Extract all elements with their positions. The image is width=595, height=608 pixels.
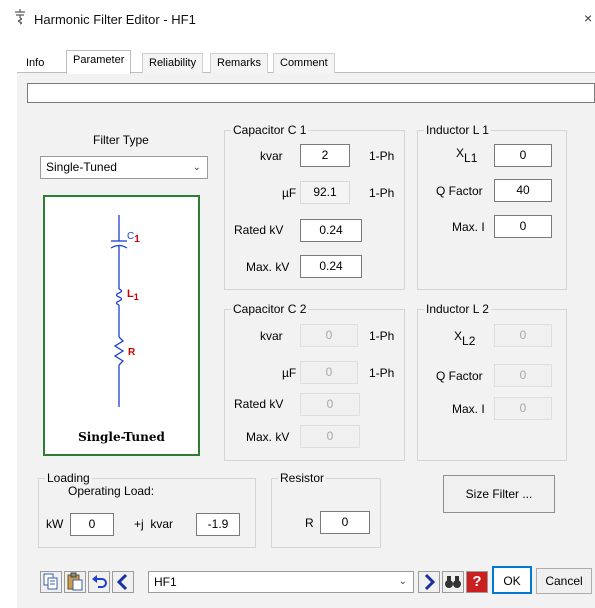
l1-max-i-input[interactable]: 0 (494, 215, 552, 238)
c1-kvar-label: kvar (260, 149, 283, 163)
c2-max-kv-label: Max. kV (246, 430, 290, 444)
find-binoculars-icon[interactable] (442, 571, 464, 593)
l2-q-factor-input[interactable]: 0 (494, 364, 552, 387)
ok-button[interactable]: OK (492, 566, 532, 594)
c2-kvar-unit: 1-Ph (369, 329, 395, 343)
help-icon[interactable]: ? (466, 571, 488, 593)
copy-icon[interactable] (40, 571, 62, 593)
c2-uf-value: 0 (300, 361, 358, 384)
chevron-down-icon: ⌄ (192, 162, 201, 173)
next-arrow-icon[interactable] (418, 571, 440, 593)
info-text-field[interactable] (27, 83, 595, 103)
r-input[interactable]: 0 (320, 511, 370, 534)
element-id-select[interactable]: HF1 ⌄ (148, 571, 414, 593)
tab-comment[interactable]: Comment (273, 53, 335, 73)
capacitor-c2-title: Capacitor C 2 (231, 302, 309, 316)
l1-q-factor-input[interactable]: 40 (494, 179, 552, 202)
l1-max-i-label: Max. I (452, 220, 485, 234)
c2-kvar-label: kvar (260, 329, 283, 343)
filter-type-value: Single-Tuned (46, 160, 117, 174)
cancel-button[interactable]: Cancel (536, 568, 592, 594)
capacitor-c1-title: Capacitor C 1 (231, 123, 309, 137)
filter-type-label: Filter Type (93, 133, 149, 147)
paste-icon[interactable] (64, 571, 86, 593)
filter-type-select[interactable]: Single-Tuned ⌄ (40, 156, 208, 179)
kvar-input[interactable]: -1.9 (196, 513, 240, 536)
undo-icon[interactable] (88, 571, 110, 593)
l1-x-input[interactable]: 0 (494, 144, 552, 167)
l2-x-label: XL2 (454, 329, 476, 348)
l2-x-input[interactable]: 0 (494, 324, 552, 347)
c1-rated-kv-label: Rated kV (234, 223, 284, 237)
c1-rated-kv-input[interactable]: 0.24 (300, 219, 362, 242)
c1-max-kv-input[interactable]: 0.24 (300, 255, 362, 278)
c2-rated-kv-label: Rated kV (234, 397, 284, 411)
operating-load-label: Operating Load: (68, 484, 155, 498)
tab-parameter[interactable]: Parameter (66, 50, 132, 74)
resistor-title: Resistor (278, 471, 327, 485)
c1-kvar-unit: 1-Ph (369, 149, 395, 163)
element-id-value: HF1 (154, 575, 177, 589)
l2-max-i-input[interactable]: 0 (494, 397, 552, 420)
kw-input[interactable]: 0 (70, 513, 114, 536)
filter-app-icon (14, 9, 26, 27)
c1-uf-label: µF (282, 186, 297, 200)
l1-symbol-label: L1 (127, 288, 139, 302)
l1-x-label: XL1 (456, 146, 478, 165)
r-symbol-label: R (128, 347, 136, 358)
c1-symbol-label: C1 (127, 231, 140, 245)
c2-uf-label: µF (282, 366, 297, 380)
filter-diagram: C1 L1 R Single-Tuned (43, 195, 200, 456)
circuit-schematic (110, 215, 128, 407)
l2-max-i-label: Max. I (452, 402, 485, 416)
size-filter-button[interactable]: Size Filter ... (443, 475, 555, 513)
close-icon[interactable]: × (584, 10, 592, 26)
chevron-down-icon: ⌄ (398, 576, 407, 587)
tab-info[interactable]: Info (19, 53, 51, 73)
c2-kvar-input[interactable]: 0 (300, 324, 358, 347)
window-title: Harmonic Filter Editor - HF1 (34, 12, 196, 27)
c1-kvar-input[interactable]: 2 (300, 144, 350, 167)
kw-label: kW (46, 517, 64, 531)
l1-q-factor-label: Q Factor (436, 184, 483, 198)
inductor-l2-title: Inductor L 2 (424, 302, 491, 316)
l2-q-factor-label: Q Factor (436, 369, 483, 383)
r-label: R (305, 516, 314, 530)
c2-rated-kv-input[interactable]: 0 (300, 393, 360, 416)
inductor-l1-title: Inductor L 1 (424, 123, 491, 137)
kvar-label: +j kvar (134, 517, 174, 531)
title-bar: Harmonic Filter Editor - HF1 × (0, 0, 595, 40)
c2-max-kv-input[interactable]: 0 (300, 425, 360, 448)
c2-uf-unit: 1-Ph (369, 366, 395, 380)
diagram-caption: Single-Tuned (78, 430, 165, 444)
c1-uf-value: 92.1 (300, 181, 350, 204)
tab-remarks[interactable]: Remarks (210, 53, 269, 73)
previous-arrow-icon[interactable] (112, 571, 134, 593)
tab-reliability[interactable]: Reliability (142, 53, 204, 73)
tab-strip: Info Parameter Reliability Remarks Comme… (17, 50, 595, 74)
c1-uf-unit: 1-Ph (369, 186, 395, 200)
c1-max-kv-label: Max. kV (246, 260, 290, 274)
loading-title: Loading (45, 471, 92, 485)
